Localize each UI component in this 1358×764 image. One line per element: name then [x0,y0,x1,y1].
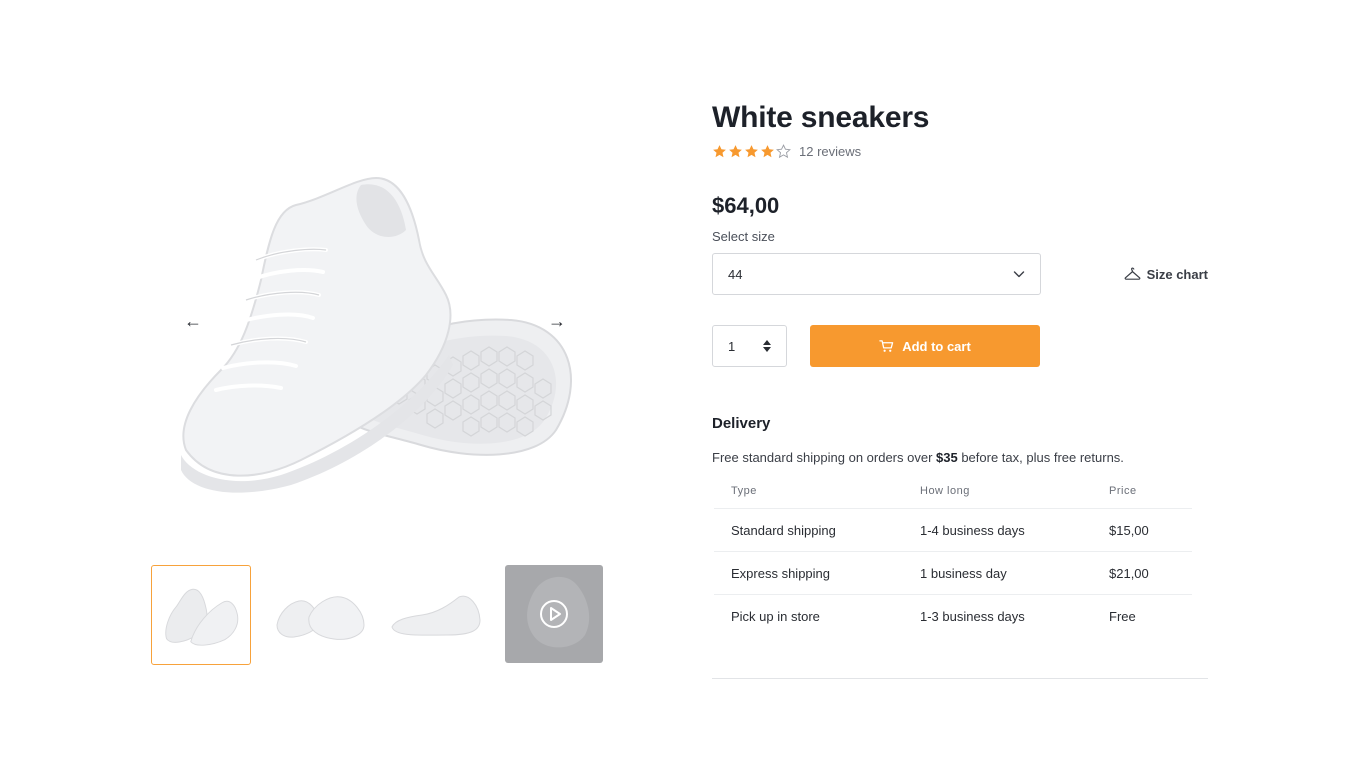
reviews-count[interactable]: 12 reviews [799,144,861,159]
prev-image-arrow-icon[interactable]: ← [181,309,205,333]
delivery-duration: 1-3 business days [920,608,1025,624]
chevron-down-icon [1013,271,1025,278]
hanger-icon [1124,267,1140,280]
delivery-table: Type How long Price Standard shipping 1-… [714,485,1192,638]
column-header: Type [714,485,903,509]
delivery-title: Delivery [712,415,771,432]
column-header: How long [903,485,1092,509]
quantity-value: 1 [728,338,736,354]
delivery-duration: 1-4 business days [903,508,1092,552]
thumbnail-2[interactable] [269,565,369,665]
cart-icon [879,340,894,352]
size-select[interactable]: 44 [712,253,1041,295]
delivery-type: Standard shipping [714,508,903,552]
table-row: Pick up in store 1-3 business days Free [714,595,1192,638]
size-row: 44 Size chart [712,253,1208,295]
spinner-icon[interactable] [762,338,772,354]
thumbnail-1[interactable] [151,565,251,665]
product-price: $64,00 [712,193,780,218]
section-divider [712,678,1208,679]
thumbnail-video[interactable] [505,565,603,663]
delivery-price: $21,00 [1092,551,1192,595]
cart-row: 1 Add to cart [712,325,1208,367]
add-to-cart-button[interactable]: Add to cart [810,325,1040,367]
size-selected-value: 44 [728,266,743,282]
thumbnail-3[interactable] [387,565,487,665]
table-row: Standard shipping 1-4 business days $15,… [714,508,1192,552]
delivery-text-part: Free standard shipping on orders over [712,450,937,465]
play-icon[interactable] [539,599,569,629]
delivery-type: Express shipping [714,551,903,595]
star-filled-icon [761,144,774,157]
star-filled-icon [713,144,726,157]
next-image-arrow-icon[interactable]: → [545,309,569,333]
star-filled-icon [745,144,758,157]
delivery-price: $15,00 [1092,508,1192,552]
delivery-threshold: $35 [936,450,958,465]
product-title: White sneakers [712,101,930,134]
delivery-text: Free standard shipping on orders over $3… [712,450,1208,465]
table-row: Express shipping 1 business day $21,00 [714,551,1192,595]
product-rating[interactable]: 12 reviews [712,142,1208,160]
table-header-row: Type How long Price [714,485,1192,509]
rating-stars [712,143,791,159]
star-filled-icon [729,144,742,157]
quantity-stepper[interactable]: 1 [712,325,787,367]
main-product-image [151,100,601,540]
product-gallery [151,100,601,540]
column-header: Price [1092,485,1192,509]
delivery-price: Free [1109,608,1136,624]
star-empty-icon [776,143,791,158]
size-label: Select size [712,229,775,244]
size-chart-label: Size chart [1146,266,1208,282]
sneaker-left-image [181,176,453,493]
delivery-type: Pick up in store [731,608,820,624]
add-to-cart-label: Add to cart [902,338,971,354]
product-info: White sneakers 12 reviews $64,00 Select … [712,98,1208,638]
thumbnail-strip [151,565,603,665]
delivery-text-part: before tax, plus free returns. [957,450,1124,465]
delivery-duration: 1 business day [903,551,1092,595]
size-chart-link[interactable]: Size chart [1124,267,1208,282]
